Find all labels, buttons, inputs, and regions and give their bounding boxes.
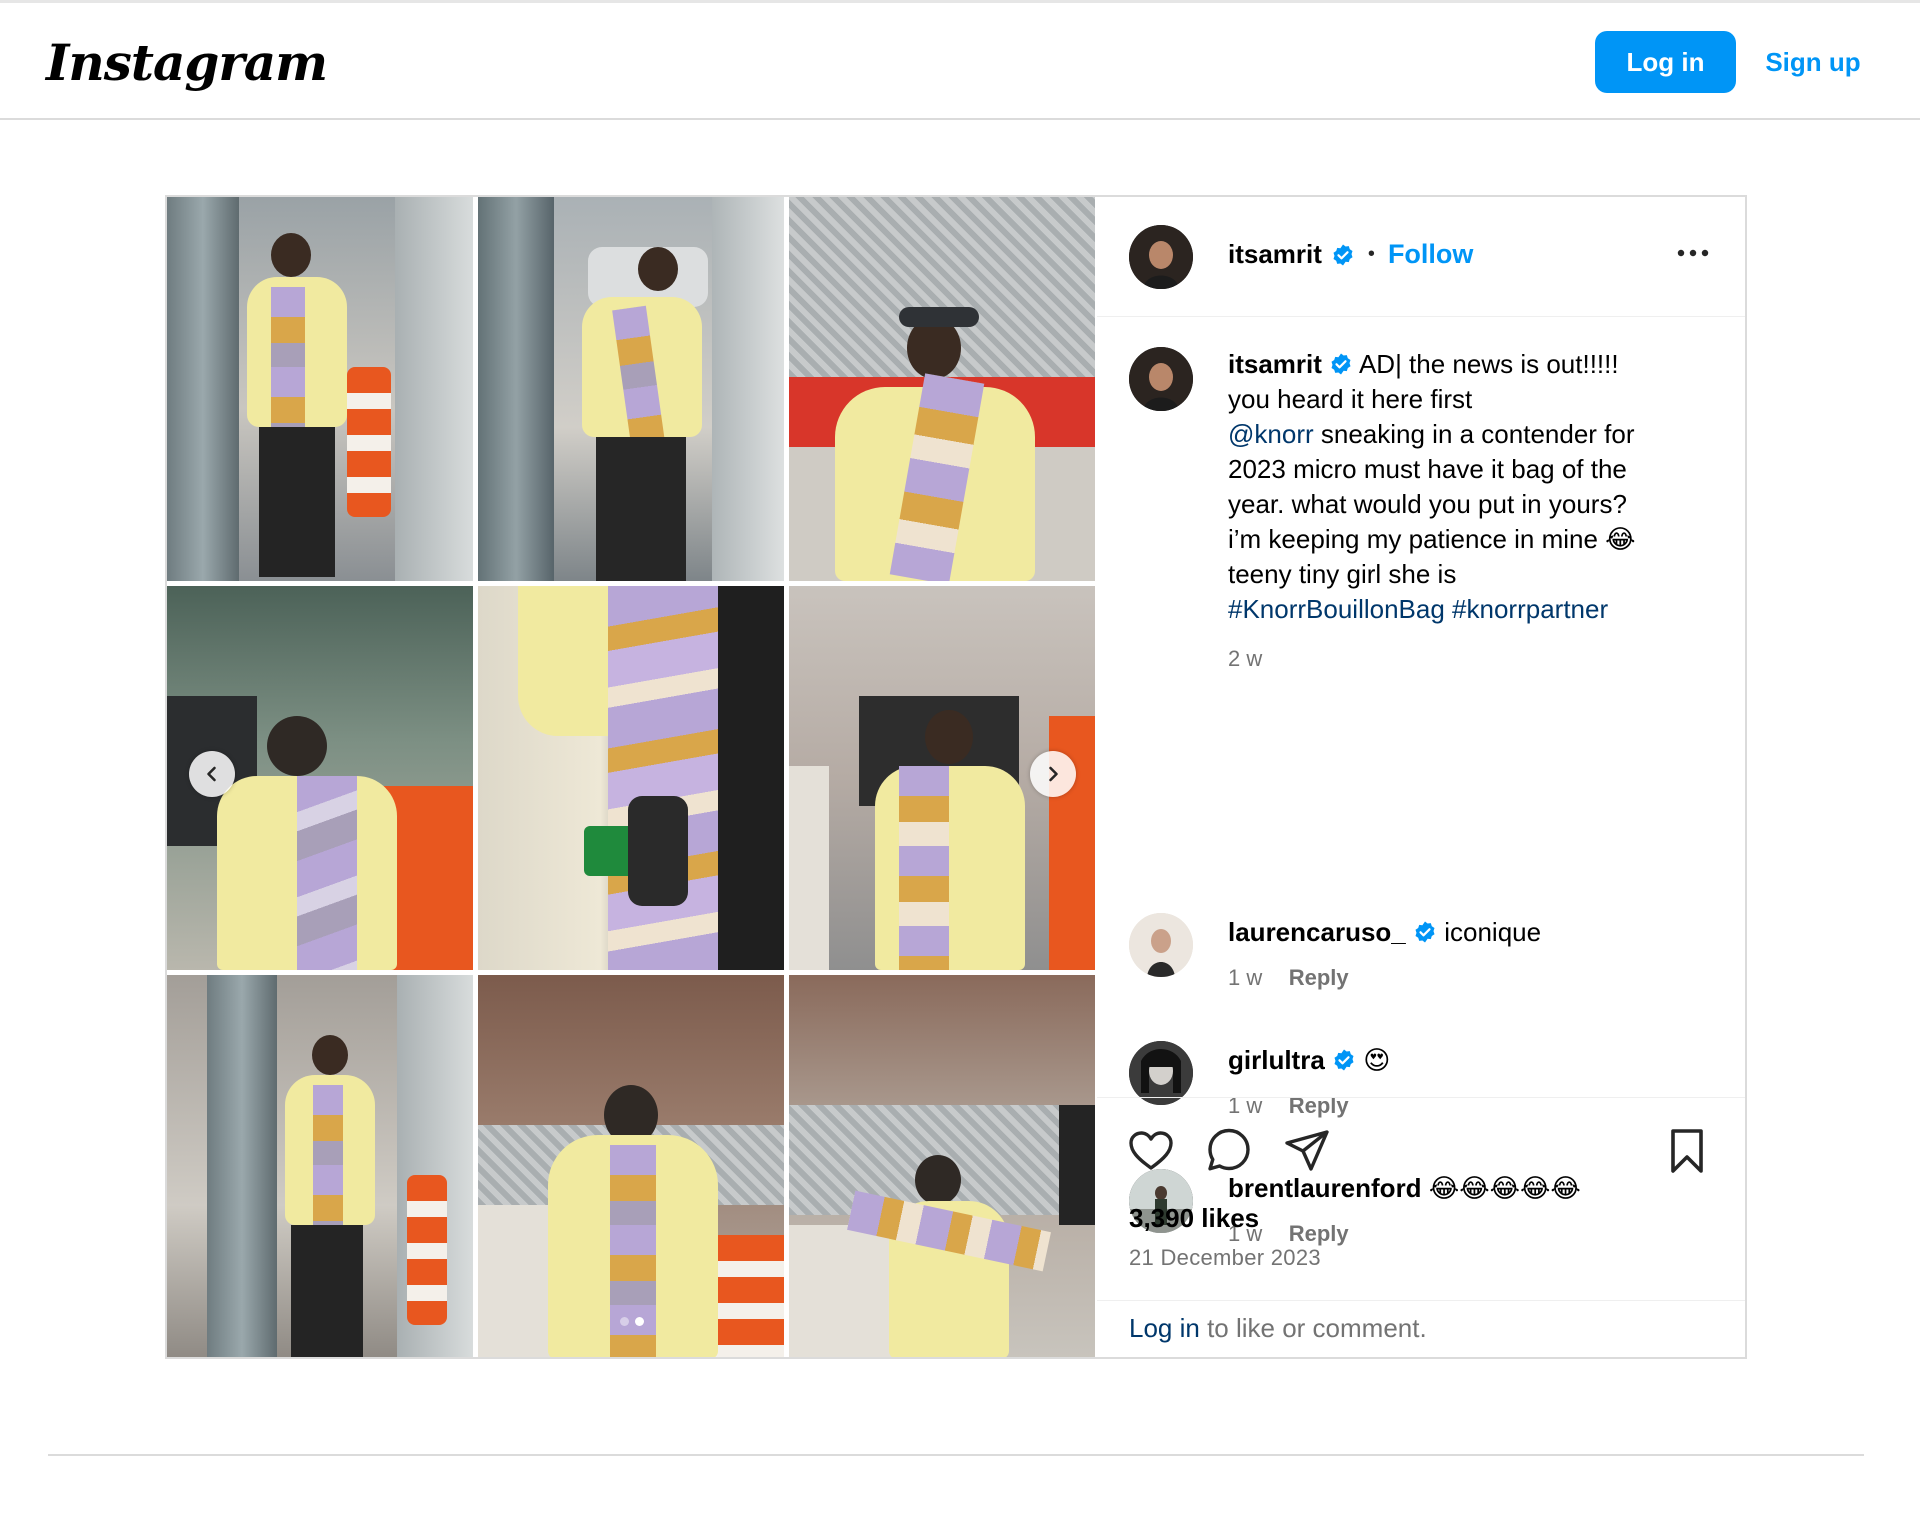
- verified-badge-icon: [1415, 921, 1435, 943]
- post-media-carousel[interactable]: [167, 197, 1097, 1357]
- comment: girlultra 😍 1 w Reply: [1097, 1033, 1745, 1143]
- caption-text: teeny tiny girl she is: [1228, 559, 1457, 589]
- share-icon[interactable]: [1283, 1127, 1331, 1175]
- instagram-logo[interactable]: Instagram: [46, 33, 328, 92]
- caption-text: 2023 micro must have it bag of the: [1228, 454, 1627, 484]
- carousel-next-button[interactable]: [1030, 751, 1076, 797]
- comment-text: 😍: [1363, 1045, 1391, 1075]
- photo-tile: [478, 586, 784, 970]
- comment-username[interactable]: girlultra: [1228, 1045, 1325, 1075]
- post-date[interactable]: 21 December 2023: [1129, 1245, 1321, 1271]
- carousel-next-icon: [1049, 766, 1058, 782]
- avatar-portrait: [1129, 347, 1193, 411]
- comment-text: 😂😂😂😂😂: [1428, 1173, 1581, 1203]
- login-prompt-text: to like or comment.: [1199, 1313, 1427, 1343]
- post-side-panel: itsamrit • Follow itsamrit AD| the news …: [1097, 197, 1745, 1357]
- heart-icon[interactable]: [1127, 1127, 1175, 1175]
- photo-tile: [789, 197, 1095, 581]
- reply-button[interactable]: Reply: [1289, 1221, 1349, 1246]
- photo-tile: [789, 975, 1095, 1357]
- photo-tile: [167, 975, 473, 1357]
- photo-tile: [167, 197, 473, 581]
- carousel-prev-icon: [207, 766, 216, 782]
- comment-avatar[interactable]: [1129, 1041, 1193, 1105]
- carousel-prev-button[interactable]: [189, 751, 235, 797]
- caption-text: AD| the news is out!!!!!: [1358, 349, 1619, 379]
- caption-avatar[interactable]: [1129, 347, 1193, 411]
- carousel-indicator: [167, 1317, 1097, 1326]
- login-prompt: Log in to like or comment.: [1129, 1313, 1427, 1344]
- caption-username[interactable]: itsamrit: [1228, 349, 1322, 379]
- avatar-portrait: [1129, 913, 1193, 977]
- mention-link[interactable]: @knorr: [1228, 419, 1314, 449]
- comment-text: iconique: [1444, 917, 1542, 947]
- photo-tile: [478, 197, 784, 581]
- photo-tile: [478, 975, 784, 1357]
- verified-badge-icon: [1331, 353, 1351, 375]
- hashtag-link[interactable]: #KnorrBouillonBag: [1228, 594, 1445, 624]
- carousel-dot-active: [635, 1317, 644, 1326]
- follow-button[interactable]: Follow: [1388, 239, 1473, 270]
- caption-text: i’m keeping my patience in mine 😂: [1228, 524, 1636, 554]
- post-card: itsamrit • Follow itsamrit AD| the news …: [165, 195, 1747, 1359]
- caption-text: year. what would you put in yours?: [1228, 489, 1627, 519]
- signup-link[interactable]: Sign up: [1758, 31, 1868, 93]
- bookmark-icon[interactable]: [1663, 1127, 1711, 1175]
- avatar-portrait: [1129, 225, 1193, 289]
- like-count[interactable]: 3,390 likes: [1129, 1203, 1259, 1234]
- comment-icon[interactable]: [1205, 1127, 1253, 1175]
- hashtag-link[interactable]: #knorrpartner: [1452, 594, 1608, 624]
- comment-avatar[interactable]: [1129, 913, 1193, 977]
- login-button[interactable]: Log in: [1595, 31, 1736, 93]
- footer-divider: [48, 1454, 1864, 1456]
- post-header: itsamrit • Follow: [1097, 197, 1745, 317]
- more-options-icon[interactable]: [1673, 243, 1713, 263]
- comment-username[interactable]: laurencaruso_: [1228, 917, 1406, 947]
- comment-username[interactable]: brentlaurenford: [1228, 1173, 1422, 1203]
- divider: [1097, 1300, 1745, 1301]
- header-separator: •: [1367, 243, 1375, 265]
- top-header: Instagram Log in Sign up: [0, 3, 1920, 120]
- caption-text: sneaking in a contender for: [1313, 419, 1635, 449]
- login-prompt-link[interactable]: Log in: [1129, 1313, 1200, 1343]
- verified-badge-icon: [1333, 244, 1353, 265]
- comment: laurencaruso_ iconique 1 w Reply: [1097, 905, 1745, 1015]
- divider: [1097, 1097, 1745, 1098]
- comment-age[interactable]: 1 w: [1228, 965, 1262, 990]
- reply-button[interactable]: Reply: [1289, 965, 1349, 990]
- caption-text: you heard it here first: [1228, 384, 1473, 414]
- verified-badge-icon: [1334, 1049, 1354, 1071]
- caption-age[interactable]: 2 w: [1228, 641, 1708, 676]
- avatar-portrait: [1129, 1041, 1193, 1105]
- author-avatar[interactable]: [1129, 225, 1193, 289]
- author-username[interactable]: itsamrit: [1228, 239, 1322, 270]
- carousel-dot: [620, 1317, 629, 1326]
- post-caption: itsamrit AD| the news is out!!!!! you he…: [1228, 347, 1708, 676]
